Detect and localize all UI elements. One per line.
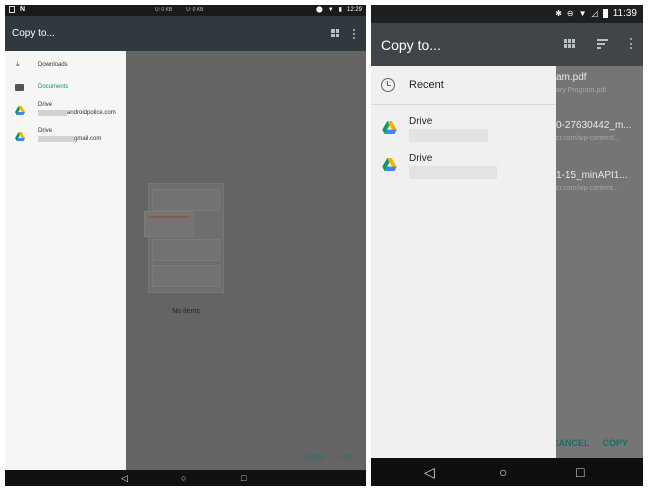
clock: 12:29 — [346, 6, 362, 13]
screenshot-notification-icon — [9, 6, 15, 13]
recents-icon[interactable]: □ — [241, 473, 246, 483]
grid-view-icon[interactable] — [331, 29, 339, 37]
drawer-item-label: Downloads — [38, 62, 68, 68]
file-subtitle: ary Program.pdf — [556, 87, 607, 94]
cancel-button[interactable]: CANCEL — [300, 455, 325, 461]
drawer-item-drive-1[interactable]: Drive androidpolice.com — [5, 99, 126, 125]
recents-icon[interactable]: □ — [576, 465, 584, 479]
drawer-title: Copy to... — [5, 16, 126, 51]
google-drive-icon — [15, 106, 25, 115]
wifi-icon: ▼ — [327, 6, 334, 13]
drawer-item-documents[interactable]: Documents — [5, 77, 126, 99]
drawer-item-drive-2[interactable]: Drive — [371, 146, 556, 183]
notification-glyph: N — [20, 6, 26, 13]
cancel-button[interactable]: CANCEL — [552, 438, 590, 448]
account-domain: androidpolice.com — [67, 110, 116, 116]
google-drive-icon — [382, 158, 397, 171]
tablet-screen: N U: 0 KB U: 0 KB ⬤ ▼ ▮ 12:29 No items C… — [5, 5, 366, 486]
battery-icon — [602, 9, 608, 18]
folder-icon — [15, 84, 24, 91]
account-email: gmail.com — [38, 136, 101, 142]
clock: 11:39 — [612, 8, 637, 19]
copy-button[interactable]: COPY — [602, 438, 628, 448]
drawer-item-label: Drive — [38, 102, 53, 108]
phone-screen: ✱ ⊖ ▼ ◿ 11:39 am.pdf ary Program.pdf 0-2… — [371, 5, 643, 486]
redacted-account — [409, 166, 497, 179]
signal-icon: ◿ — [591, 9, 598, 18]
drawer-item-label: Drive — [409, 153, 433, 164]
empty-cabinet-illustration — [142, 177, 226, 297]
drawer-item-label: Recent — [409, 79, 444, 91]
status-bar: ✱ ⊖ ▼ ◿ 11:39 — [371, 5, 643, 23]
drawer-item-drive-2[interactable]: Drive gmail.com — [5, 125, 126, 151]
bluetooth-icon: ✱ — [555, 9, 562, 18]
google-drive-icon — [15, 132, 25, 141]
grid-view-icon[interactable] — [564, 39, 575, 48]
network-speed-up: U: 0 KB — [155, 7, 173, 13]
status-bar: N U: 0 KB U: 0 KB ⬤ ▼ ▮ 12:29 — [5, 5, 366, 16]
overflow-menu-icon[interactable] — [630, 38, 633, 49]
home-icon[interactable]: ○ — [181, 473, 186, 483]
file-name: 1-15_minAPI1... — [556, 170, 628, 181]
empty-state-text: No items — [172, 308, 200, 315]
copy-button[interactable]: COPY — [339, 455, 356, 461]
system-nav-bar: ◁ ○ □ — [371, 458, 643, 486]
overflow-menu-icon[interactable] — [353, 29, 356, 39]
redacted-text — [38, 110, 67, 116]
account-domain: gmail.com — [74, 136, 102, 142]
location-icon: ⬤ — [316, 7, 323, 13]
account-email: androidpolice.com — [38, 110, 116, 116]
drawer-item-drive-1[interactable]: Drive — [371, 109, 556, 146]
file-subtitle: cr.com/wp-content... — [556, 185, 619, 192]
back-icon[interactable]: ◁ — [424, 465, 435, 479]
drawer-item-label: Documents — [38, 84, 69, 90]
drawer-item-label: Drive — [38, 128, 53, 134]
drawer-title: Copy to... — [371, 23, 556, 66]
network-speed-down: U: 0 KB — [186, 7, 204, 13]
do-not-disturb-icon: ⊖ — [566, 9, 574, 18]
battery-icon: ▮ — [338, 7, 342, 13]
back-icon[interactable]: ◁ — [121, 473, 128, 483]
system-nav-bar: ◁ ○ □ — [5, 470, 366, 486]
drawer-item-recent[interactable]: Recent — [371, 67, 556, 105]
drawer-item-label: Drive — [409, 116, 433, 127]
file-subtitle: cr.com/wp-content/... — [556, 135, 621, 142]
file-name: 0-27630442_m... — [556, 120, 632, 131]
redacted-account — [409, 129, 488, 142]
redacted-text — [38, 136, 74, 142]
file-list-area: No items CANCEL COPY — [126, 51, 366, 470]
file-list-area: am.pdf ary Program.pdf 0-27630442_m... c… — [552, 66, 643, 458]
drawer-item-downloads[interactable]: ⤓ Downloads — [5, 55, 126, 77]
sort-icon[interactable] — [597, 38, 608, 49]
google-drive-icon — [382, 121, 397, 134]
download-icon: ⤓ — [16, 59, 20, 68]
file-name: am.pdf — [556, 72, 587, 83]
home-icon[interactable]: ○ — [499, 465, 507, 479]
wifi-icon: ▼ — [578, 9, 587, 18]
navigation-drawer: Copy to... ⤓ Downloads Documents Drive a… — [5, 16, 126, 470]
navigation-drawer: Copy to... Recent Drive Drive — [371, 23, 556, 458]
recent-clock-icon — [381, 78, 395, 92]
